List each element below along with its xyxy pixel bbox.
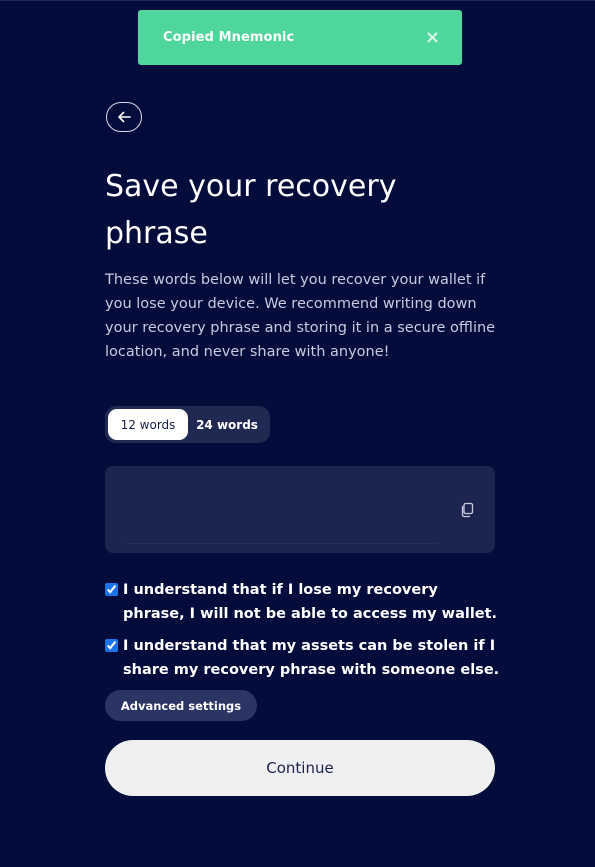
acknowledgement-checkbox-1[interactable] xyxy=(105,583,118,596)
close-icon[interactable]: × xyxy=(425,28,440,47)
recovery-phrase-box xyxy=(105,466,495,553)
toggle-12-words[interactable]: 12 words xyxy=(108,409,188,440)
arrow-left-icon xyxy=(118,111,131,123)
acknowledgement-row-1: I understand that if I lose my recovery … xyxy=(105,579,500,626)
phrase-divider xyxy=(127,543,439,544)
page-description: These words below will let you recover y… xyxy=(105,272,496,360)
acknowledgement-text-1: I understand that if I lose my recovery … xyxy=(123,582,498,622)
acknowledgement-checkbox-2[interactable] xyxy=(105,639,118,652)
page-title: Save your recovery phrase xyxy=(105,163,485,257)
advanced-settings-button[interactable]: Advanced settings xyxy=(105,690,257,721)
toggle-24-words[interactable]: 24 words xyxy=(188,409,266,440)
acknowledgement-row-2: I understand that my assets can be stole… xyxy=(105,635,500,682)
acknowledgement-text-2: I understand that my assets can be stole… xyxy=(123,638,500,678)
toast-notification: Copied Mnemonic × xyxy=(138,10,462,65)
word-count-toggle: 12 words 24 words xyxy=(105,406,270,443)
continue-button[interactable]: Continue xyxy=(105,740,495,796)
back-button[interactable] xyxy=(106,102,142,132)
copy-icon[interactable] xyxy=(459,502,475,518)
page-title-line-2: phrase xyxy=(105,216,208,251)
page-title-line-1: Save your recovery xyxy=(105,169,397,204)
recovery-phrase-page: Copied Mnemonic × Save your recovery phr… xyxy=(0,0,595,867)
toast-message: Copied Mnemonic xyxy=(163,30,295,45)
